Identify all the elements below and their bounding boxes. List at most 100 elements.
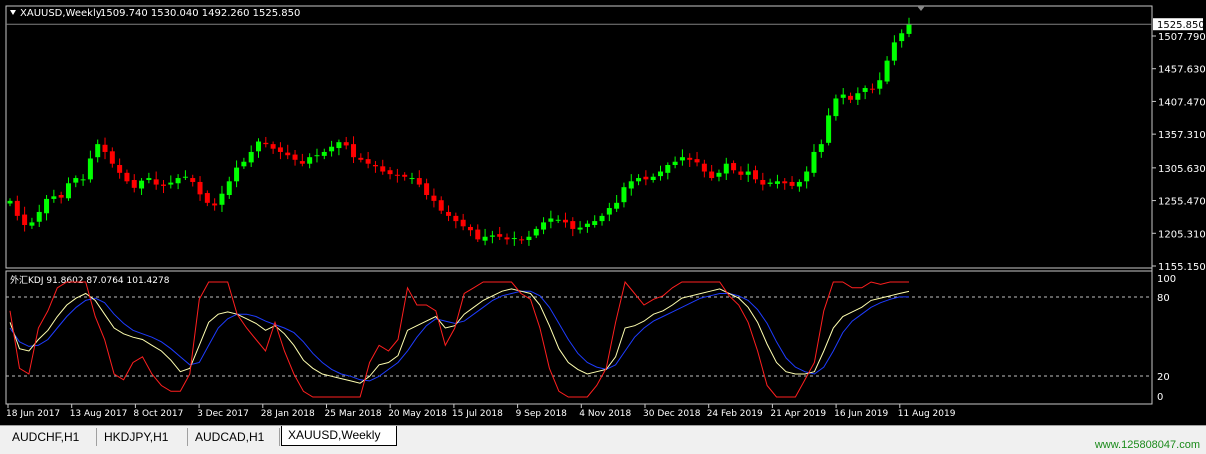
candle-body [687, 157, 693, 160]
candle-body [80, 179, 86, 181]
candle-body [519, 239, 525, 241]
tab-hkdjpy-h1[interactable]: HKDJPY,H1 [98, 428, 188, 446]
candle-body [789, 181, 795, 186]
candle-body [212, 203, 218, 206]
time-label: 20 May 2018 [388, 409, 447, 419]
candle-body [29, 222, 35, 226]
candle-body [826, 115, 832, 143]
time-label: 21 Apr 2019 [770, 409, 826, 419]
candle-body [782, 181, 788, 184]
tab-audchf-h1[interactable]: AUDCHF,H1 [6, 428, 97, 446]
candle-body [723, 163, 729, 174]
candle-body [489, 235, 495, 237]
candle-body [760, 180, 766, 185]
candle-body [891, 42, 897, 61]
time-label: 15 Jul 2018 [452, 409, 503, 419]
time-label: 8 Oct 2017 [133, 409, 183, 419]
tab-audcad-h1[interactable]: AUDCAD,H1 [189, 428, 280, 446]
candle-body [329, 146, 335, 152]
candle-body [416, 178, 422, 185]
candle-body [87, 158, 93, 180]
candle-body [643, 176, 649, 180]
watermark-text: www.125808047.com [1094, 439, 1200, 451]
candle-body [248, 151, 254, 163]
candle-body [884, 60, 890, 82]
candle-body [877, 80, 883, 89]
candle-body [197, 181, 203, 195]
candle-body [102, 144, 108, 152]
candle-body [731, 163, 737, 171]
chart-canvas[interactable]: XAUUSD,Weekly 1509.740 1530.040 1492.260… [0, 0, 1206, 425]
candle-body [840, 94, 846, 98]
candle-body [679, 157, 685, 161]
chart-area[interactable]: XAUUSD,Weekly 1509.740 1530.040 1492.260… [0, 0, 1206, 425]
time-label: 9 Sep 2018 [516, 409, 568, 419]
candle-body [124, 172, 130, 182]
candle-body [153, 179, 159, 185]
candle-body [614, 202, 620, 209]
candle-body [256, 141, 262, 152]
candle-body [73, 178, 79, 183]
candle-body [117, 165, 123, 173]
candle-body [175, 178, 181, 184]
candle-body [555, 219, 561, 221]
candle-body [855, 93, 861, 100]
candle-body [270, 144, 276, 149]
candle-body [701, 163, 707, 172]
candle-body [467, 226, 473, 231]
candle-body [131, 180, 137, 188]
candle-body [811, 151, 817, 173]
candle-body [226, 181, 232, 196]
candle-body [182, 176, 188, 178]
candle-body [109, 151, 115, 164]
candle-body [526, 236, 532, 241]
candle-body [321, 151, 327, 156]
current-price-label: 1525.850 [1157, 20, 1205, 31]
candle-body [277, 147, 283, 152]
time-axis: 18 Jun 2017 13 Aug 2017 8 Oct 2017 3 Dec 20… [6, 404, 956, 419]
candle-body [7, 200, 13, 204]
time-label: 24 Feb 2019 [707, 409, 763, 419]
symbol-dropdown-icon[interactable] [10, 10, 16, 15]
candle-body [351, 144, 357, 158]
candle-body [343, 142, 349, 146]
candle-body [380, 166, 386, 172]
level-80-label: 80 [1157, 293, 1170, 304]
candle-body [372, 165, 378, 167]
candle-body [562, 219, 568, 223]
kdj-d-line [9, 290, 909, 382]
ohlc-label: 1509.740 1530.040 1492.260 1525.850 [100, 8, 300, 19]
candle-body [190, 178, 196, 182]
candle-body [160, 184, 166, 186]
candle-body [869, 88, 875, 90]
price-axis: 1507.790 1457.630 1407.470 1357.310 1305.630… [1152, 32, 1206, 273]
candle-body [774, 181, 780, 184]
candle-body [650, 176, 656, 181]
candle-body [139, 180, 145, 189]
candle-body [672, 161, 678, 166]
tab-xauusd-weekly[interactable]: XAUUSD,Weekly [281, 426, 397, 446]
candle-body [204, 193, 210, 203]
chart-tabs-bar: AUDCHF,H1 HKDJPY,H1 AUDCAD,H1 XAUUSD,Wee… [0, 425, 1206, 454]
candle-body [833, 98, 839, 117]
candle-body [241, 161, 247, 167]
candle-body [44, 198, 50, 214]
candle-body [804, 171, 810, 182]
price-label: 1507.790 [1158, 32, 1206, 43]
candle-body [577, 227, 583, 230]
candle-body [899, 33, 905, 42]
candle-body [394, 174, 400, 176]
candle-body [453, 215, 459, 222]
price-label: 1205.310 [1158, 229, 1206, 240]
candle-body [14, 200, 20, 216]
indicator-frame [5, 270, 1153, 405]
candle-body [36, 211, 42, 222]
price-label: 1155.150 [1158, 262, 1206, 273]
shift-marker-icon[interactable] [917, 6, 925, 11]
candle-body [621, 187, 627, 203]
candle-body [716, 172, 722, 177]
candle-body [548, 218, 554, 222]
price-label: 1305.630 [1158, 164, 1206, 175]
candle-body [438, 200, 444, 211]
candle-body [292, 154, 298, 160]
